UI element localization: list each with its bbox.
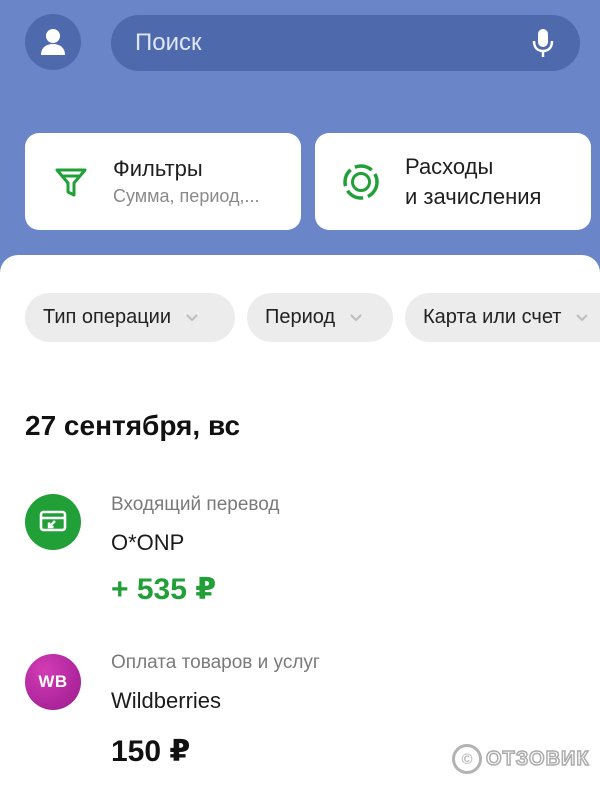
transfer-in-icon [25,494,81,550]
search-input[interactable]: Поиск [111,15,580,71]
expenses-income-card[interactable]: Расходы и зачисления [315,133,591,230]
expenses-card-title-line1: Расходы [405,153,494,179]
watermark-text: ОТЗОВИК [485,747,590,771]
filters-card-text: Фильтры Сумма, период,... [113,155,260,209]
expenses-chart-icon [341,162,381,202]
chip-label: Тип операции [43,306,172,328]
operation-name: Wildberries [111,688,222,713]
chip-card-or-account[interactable]: Карта или счет [405,293,600,342]
expenses-card-text: Расходы и зачисления [405,152,541,212]
watermark-logo-icon: © [452,744,482,774]
chip-operation-type[interactable]: Тип операции [25,293,235,342]
filter-chips: Тип операции Период Карта или счет [25,293,600,342]
filter-funnel-icon [51,162,91,202]
expenses-card-title-line2: и зачисления [405,183,542,209]
filters-card[interactable]: Фильтры Сумма, период,... [25,133,301,230]
operation-type: Входящий перевод [111,494,280,515]
chevron-down-icon [186,313,198,321]
filters-card-title: Фильтры [113,155,203,181]
operation-amount: 150 ₽ [111,735,191,768]
chip-label: Карта или счет [423,306,562,328]
microphone-icon[interactable] [530,27,556,59]
user-icon [41,29,65,55]
otzovik-watermark: © ОТЗОВИК [452,744,590,774]
profile-avatar-button[interactable] [25,14,81,70]
date-header: 27 сентября, вс [25,410,241,441]
chevron-down-icon [576,313,589,321]
search-placeholder: Поиск [135,29,202,56]
chip-period[interactable]: Период [247,293,393,342]
wildberries-logo-text: WB [38,672,68,691]
wildberries-logo: WB [25,654,81,710]
chip-label: Период [265,306,336,328]
filters-card-subtitle: Сумма, период,... [113,185,260,206]
operation-amount: + 535 ₽ [111,573,217,606]
operation-type: Оплата товаров и услуг [111,652,320,673]
operation-name: O*ONP [111,530,185,555]
chevron-down-icon [350,313,362,321]
